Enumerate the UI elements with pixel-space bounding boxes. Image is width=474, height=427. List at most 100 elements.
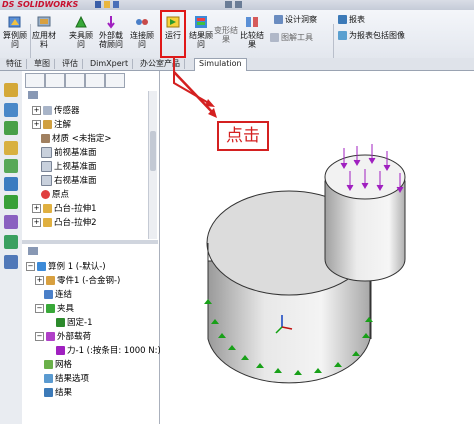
- dimxpert-manager-tab[interactable]: [85, 73, 105, 88]
- command-tabs: 特征 草图 评估 DimXpert 办公室产品 Simulation: [0, 58, 474, 71]
- boss-extrude-icon: [43, 204, 52, 213]
- save-icon[interactable]: [113, 1, 119, 8]
- expand-icon[interactable]: +: [32, 218, 41, 227]
- scene-icon[interactable]: [4, 195, 18, 209]
- compare-results-icon: [246, 17, 258, 27]
- expand-icon[interactable]: +: [32, 204, 41, 213]
- tree-item-boss-extrude2[interactable]: + 凸台-拉伸2: [32, 217, 96, 229]
- rotate-icon[interactable]: [4, 235, 18, 249]
- filter-icon[interactable]: [28, 91, 38, 99]
- pan-icon[interactable]: [4, 255, 18, 269]
- open-icon[interactable]: [104, 1, 110, 8]
- collapse-icon[interactable]: −: [35, 304, 44, 313]
- view-settings-icon[interactable]: [4, 215, 18, 229]
- results-advisor-icon: [195, 16, 207, 28]
- filter-icon[interactable]: [28, 247, 38, 255]
- connections-icon: [44, 290, 53, 299]
- force-icon: [56, 346, 65, 355]
- plot-tools-icon: [270, 33, 279, 42]
- property-manager-tab[interactable]: [45, 73, 65, 88]
- plot-tools-button[interactable]: 图解工具: [270, 32, 313, 43]
- edit-appearance-icon[interactable]: [4, 177, 18, 191]
- hide-show-icon[interactable]: [4, 159, 18, 173]
- study-item-fixtures[interactable]: − 夹具: [35, 303, 74, 315]
- results-icon: [44, 388, 53, 397]
- tree-item-sensors[interactable]: + 传感器: [32, 105, 80, 117]
- study-title[interactable]: − 算例 1 (-默认-): [26, 261, 106, 273]
- tree-item-top-plane[interactable]: 上视基准面: [41, 161, 97, 173]
- pane-divider[interactable]: [22, 240, 158, 244]
- study-item-mesh[interactable]: 网格: [44, 359, 72, 371]
- tree-item-origin[interactable]: 原点: [41, 189, 69, 201]
- plane-icon: [41, 161, 52, 172]
- compare-results-button[interactable]: 比较结果: [240, 14, 264, 49]
- tab-sketch[interactable]: 草图: [30, 59, 55, 69]
- expand-icon[interactable]: +: [32, 120, 41, 129]
- scrollbar-thumb[interactable]: [150, 131, 156, 171]
- tree-item-annotations[interactable]: + 注解: [32, 119, 71, 131]
- tab-dimxpert[interactable]: DimXpert: [86, 59, 134, 69]
- tree-item-boss-extrude1[interactable]: + 凸台-拉伸1: [32, 203, 96, 215]
- sensor-icon: [43, 106, 52, 115]
- zoom-icon[interactable]: [4, 103, 18, 117]
- section-view-icon[interactable]: [4, 141, 18, 155]
- include-image-button[interactable]: 为报表包括图像: [338, 30, 405, 41]
- title-bar: DS SOLIDWORKS: [0, 0, 474, 10]
- ribbon-separator: [30, 24, 31, 62]
- new-icon[interactable]: [95, 1, 101, 8]
- model-viewport[interactable]: [160, 71, 474, 424]
- collapse-icon[interactable]: −: [26, 262, 35, 271]
- study-item-external-loads[interactable]: − 外部载荷: [35, 331, 91, 343]
- study-item-part[interactable]: + 零件1 (-合金钢-): [35, 275, 120, 287]
- fixtures-icon: [46, 304, 55, 313]
- tab-office-products[interactable]: 办公室产品: [136, 59, 185, 69]
- result-options-icon: [44, 374, 53, 383]
- study-item-connections[interactable]: 连结: [44, 289, 72, 301]
- study-item-fixed-1[interactable]: 固定-1: [56, 317, 92, 329]
- mesh-icon: [44, 360, 53, 369]
- connections-advisor-button[interactable]: 连接顾问: [128, 14, 156, 49]
- external-loads-icon: [46, 332, 55, 341]
- expand-icon[interactable]: +: [35, 276, 44, 285]
- options-icon[interactable]: [225, 1, 232, 8]
- report-icon: [338, 15, 347, 24]
- configuration-manager-tab[interactable]: [65, 73, 85, 88]
- command-manager: 算例顾问 应用材料 夹具顾问 外部载荷顾问 连接顾问 运行 结果顾问 变形结果 …: [0, 10, 474, 62]
- fixtures-advisor-icon: [75, 15, 87, 28]
- tab-features[interactable]: 特征: [2, 59, 27, 69]
- run-button-highlight: [160, 10, 186, 58]
- external-loads-advisor-button[interactable]: 外部载荷顾问: [97, 14, 125, 49]
- include-image-icon: [338, 31, 347, 40]
- results-advisor-button[interactable]: 结果顾问: [188, 14, 214, 49]
- graphics-area[interactable]: [160, 71, 474, 424]
- tree-item-material[interactable]: 材质 <未指定>: [41, 133, 111, 145]
- collapse-icon[interactable]: −: [35, 332, 44, 341]
- study-advisor-button[interactable]: 算例顾问: [2, 14, 28, 49]
- design-insight-icon: [274, 15, 283, 24]
- click-annotation: 点击: [217, 121, 269, 151]
- deformed-result-button[interactable]: 变形结果: [214, 26, 238, 44]
- study-item-results[interactable]: 结果: [44, 387, 72, 399]
- ribbon-separator: [333, 24, 334, 62]
- expand-icon[interactable]: +: [32, 106, 41, 115]
- apply-material-icon: [37, 16, 51, 27]
- report-button[interactable]: 报表: [338, 14, 365, 25]
- display-manager-tab[interactable]: [105, 73, 125, 88]
- tree-scrollbar[interactable]: [148, 91, 157, 239]
- connections-advisor-icon: [136, 19, 148, 25]
- tab-evaluate[interactable]: 评估: [58, 59, 83, 69]
- feature-manager-tree: + 传感器 + 注解 材质 <未指定> 前视基准面 上视基准面 右视基准面 原点 +…: [22, 71, 161, 424]
- fixtures-advisor-button[interactable]: 夹具顾问: [68, 14, 94, 49]
- material-icon: [41, 134, 50, 143]
- tree-item-front-plane[interactable]: 前视基准面: [41, 147, 97, 159]
- design-insight-button[interactable]: 设计洞察: [274, 14, 317, 25]
- display-style-icon[interactable]: [4, 121, 18, 135]
- tree-item-right-plane[interactable]: 右视基准面: [41, 175, 97, 187]
- rebuild-icon[interactable]: [235, 1, 242, 8]
- study-item-result-options[interactable]: 结果选项: [44, 373, 89, 385]
- apply-material-button[interactable]: 应用材料: [32, 14, 56, 49]
- study-item-force-1[interactable]: 力-1 (:按条目: 1000 N:): [56, 345, 161, 357]
- view-orientation-icon[interactable]: [4, 83, 18, 97]
- plane-icon: [41, 175, 52, 186]
- feature-manager-tab[interactable]: [25, 73, 45, 88]
